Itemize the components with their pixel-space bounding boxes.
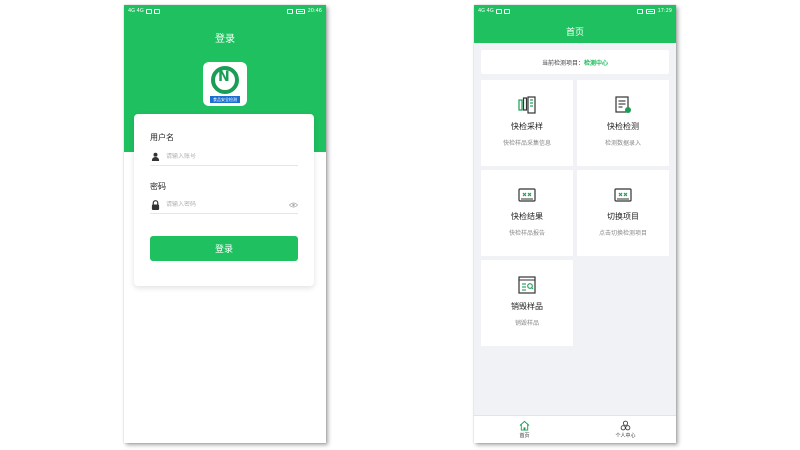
- signal-text: 4G 4G: [128, 8, 144, 14]
- tile-destroy-sample[interactable]: 销毁样品 销毁样品: [481, 260, 573, 346]
- signal-icon: [145, 8, 152, 14]
- signal-icon: [495, 8, 502, 14]
- tile-switch-project[interactable]: 切换项目 点击切换检测项目: [577, 170, 669, 256]
- home-screen: 4G 4G 17:29 首页 当前检测项目： 检测中心 快检采样 快检样品采集信…: [474, 5, 676, 443]
- username-input[interactable]: [166, 153, 298, 160]
- project-name: 检测中心: [584, 59, 609, 67]
- project-prefix: 当前检测项目：: [541, 59, 584, 67]
- tile-desc: 检测数据录入: [604, 140, 641, 147]
- tile-desc: 快检样品采集信息: [502, 140, 551, 147]
- app-logo: N 食品安全检测: [203, 62, 247, 106]
- tile-desc: 点击切换检测项目: [598, 230, 647, 237]
- tile-result[interactable]: 快检结果 快检样品报告: [481, 170, 573, 256]
- tab-label: 个人中心: [615, 433, 636, 439]
- home-icon: [519, 420, 530, 431]
- tile-desc: 快检样品报告: [508, 230, 545, 237]
- tile-title: 销毁样品: [511, 302, 543, 311]
- tab-home[interactable]: 首页: [474, 416, 575, 443]
- alarm-icon: [286, 8, 293, 14]
- logo-mark-icon: N: [211, 65, 239, 94]
- tile-desc: 销毁样品: [514, 320, 539, 327]
- battery-icon: [645, 8, 655, 14]
- page-title: 首页: [565, 28, 584, 38]
- destroy-sample-icon: [518, 276, 536, 294]
- username-label: 用户名: [150, 133, 174, 142]
- password-row: [150, 196, 298, 214]
- user-center-icon: [620, 420, 631, 431]
- alarm-icon: [636, 8, 643, 14]
- login-card: 用户名 密码 登录: [134, 114, 314, 286]
- logo-banner: 食品安全检测: [210, 95, 240, 103]
- signal-text: 4G 4G: [478, 8, 494, 14]
- user-icon: [150, 152, 160, 162]
- clock: 17:29: [657, 8, 672, 14]
- wifi-icon: [153, 8, 160, 14]
- eye-icon[interactable]: [288, 201, 298, 209]
- result-icon: [518, 188, 536, 202]
- status-bar: 4G 4G 20:46: [124, 5, 326, 17]
- login-screen: 4G 4G 20:46 登录 N 食品安全检测 用户名 密码: [124, 5, 326, 443]
- detection-icon: [615, 96, 631, 113]
- tile-title: 快检采样: [511, 122, 543, 131]
- status-bar: 4G 4G 17:29: [474, 5, 676, 17]
- tile-title: 切换项目: [607, 212, 639, 221]
- login-button[interactable]: 登录: [150, 236, 298, 261]
- switch-project-icon: [614, 188, 632, 202]
- current-project-bar[interactable]: 当前检测项目： 检测中心: [481, 50, 669, 74]
- lock-icon: [150, 199, 160, 210]
- tile-title: 快检检测: [607, 122, 639, 131]
- bottom-tab-bar: 首页 个人中心: [474, 415, 676, 443]
- clock: 20:46: [307, 8, 322, 14]
- tab-user-center[interactable]: 个人中心: [575, 416, 676, 443]
- tile-sampling[interactable]: 快检采样 快检样品采集信息: [481, 80, 573, 166]
- wifi-icon: [503, 8, 510, 14]
- battery-icon: [295, 8, 305, 14]
- home-body: 当前检测项目： 检测中心 快检采样 快检样品采集信息 快检检测 检测数据录入 快…: [474, 43, 676, 415]
- password-label: 密码: [150, 182, 166, 191]
- tile-title: 快检结果: [511, 212, 543, 221]
- tile-detection[interactable]: 快检检测 检测数据录入: [577, 80, 669, 166]
- sampling-icon: [518, 96, 536, 114]
- username-row: [150, 148, 298, 166]
- password-input[interactable]: [166, 201, 288, 208]
- page-title: 登录: [215, 34, 235, 45]
- tab-label: 首页: [519, 433, 530, 439]
